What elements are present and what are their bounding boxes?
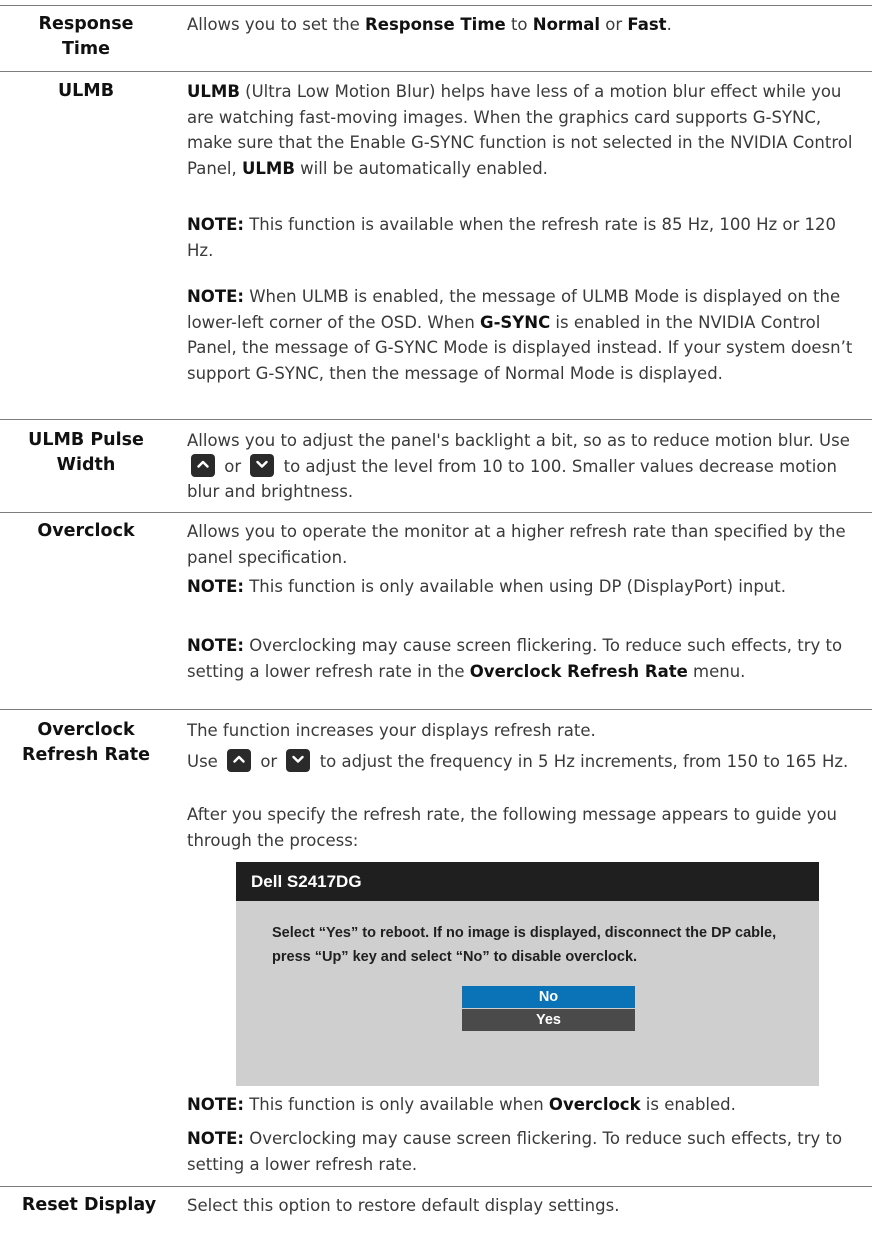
desc-ulmb: ULMB (Ultra Low Motion Blur) helps have … xyxy=(187,82,853,178)
down-button-icon xyxy=(250,453,275,477)
term-ulmb-pulse-width: ULMB Pulse Width xyxy=(28,430,144,475)
term-reset-display: Reset Display xyxy=(21,1195,157,1215)
desc-overclock: Allows you to operate the monitor at a h… xyxy=(187,522,846,567)
osd-title: Dell S2417DG xyxy=(236,862,819,901)
divider xyxy=(0,5,872,6)
note-ulmb-message: NOTE: When ULMB is enabled, the message … xyxy=(187,287,853,383)
osd-dialog: Dell S2417DG Select “Yes” to reboot. If … xyxy=(236,862,819,1086)
divider xyxy=(0,1186,872,1187)
desc-overclock-refresh-use: Use or to adjust the frequency in 5 Hz i… xyxy=(187,749,859,775)
up-button-icon xyxy=(227,749,252,772)
divider xyxy=(0,709,872,710)
desc-overclock-refresh-rate: The function increases your displays ref… xyxy=(187,721,596,740)
manual-page: Response Time Allows you to set the Resp… xyxy=(0,0,872,1239)
osd-option-no[interactable]: No xyxy=(462,986,635,1008)
desc-ulmb-pulse-width: Allows you to adjust the panel's backlig… xyxy=(187,431,850,501)
term-ulmb: ULMB xyxy=(57,81,115,101)
divider xyxy=(0,512,872,513)
note-overclock-rate-flicker: NOTE: Overclocking may cause screen flic… xyxy=(187,1129,843,1174)
desc-overclock-refresh-after: After you specify the refresh rate, the … xyxy=(187,805,838,850)
desc-response-time: Allows you to set the Response Time to N… xyxy=(187,15,672,34)
term-overclock: Overclock xyxy=(37,521,135,541)
divider xyxy=(0,419,872,420)
note-overclock-rate-available: NOTE: This function is only available wh… xyxy=(187,1095,736,1114)
chevron-down-icon xyxy=(292,755,305,763)
osd-option-yes[interactable]: Yes xyxy=(462,1009,635,1031)
term-response-time: Response Time xyxy=(38,14,134,59)
note-overclock-dp: NOTE: This function is only available wh… xyxy=(187,577,786,596)
osd-message: Select “Yes” to reboot. If no image is d… xyxy=(272,925,777,965)
divider xyxy=(0,71,872,72)
down-button-icon xyxy=(286,749,311,772)
note-overclock-flicker: NOTE: Overclocking may cause screen flic… xyxy=(187,636,843,681)
term-overclock-refresh-rate: Overclock Refresh Rate xyxy=(22,720,150,765)
chevron-up-icon xyxy=(197,460,209,468)
up-button-icon xyxy=(191,453,215,477)
note-ulmb-refresh: NOTE: This function is available when th… xyxy=(187,215,837,260)
chevron-up-icon xyxy=(233,755,245,763)
chevron-down-icon xyxy=(256,460,269,468)
desc-reset-display: Select this option to restore default di… xyxy=(187,1196,620,1215)
